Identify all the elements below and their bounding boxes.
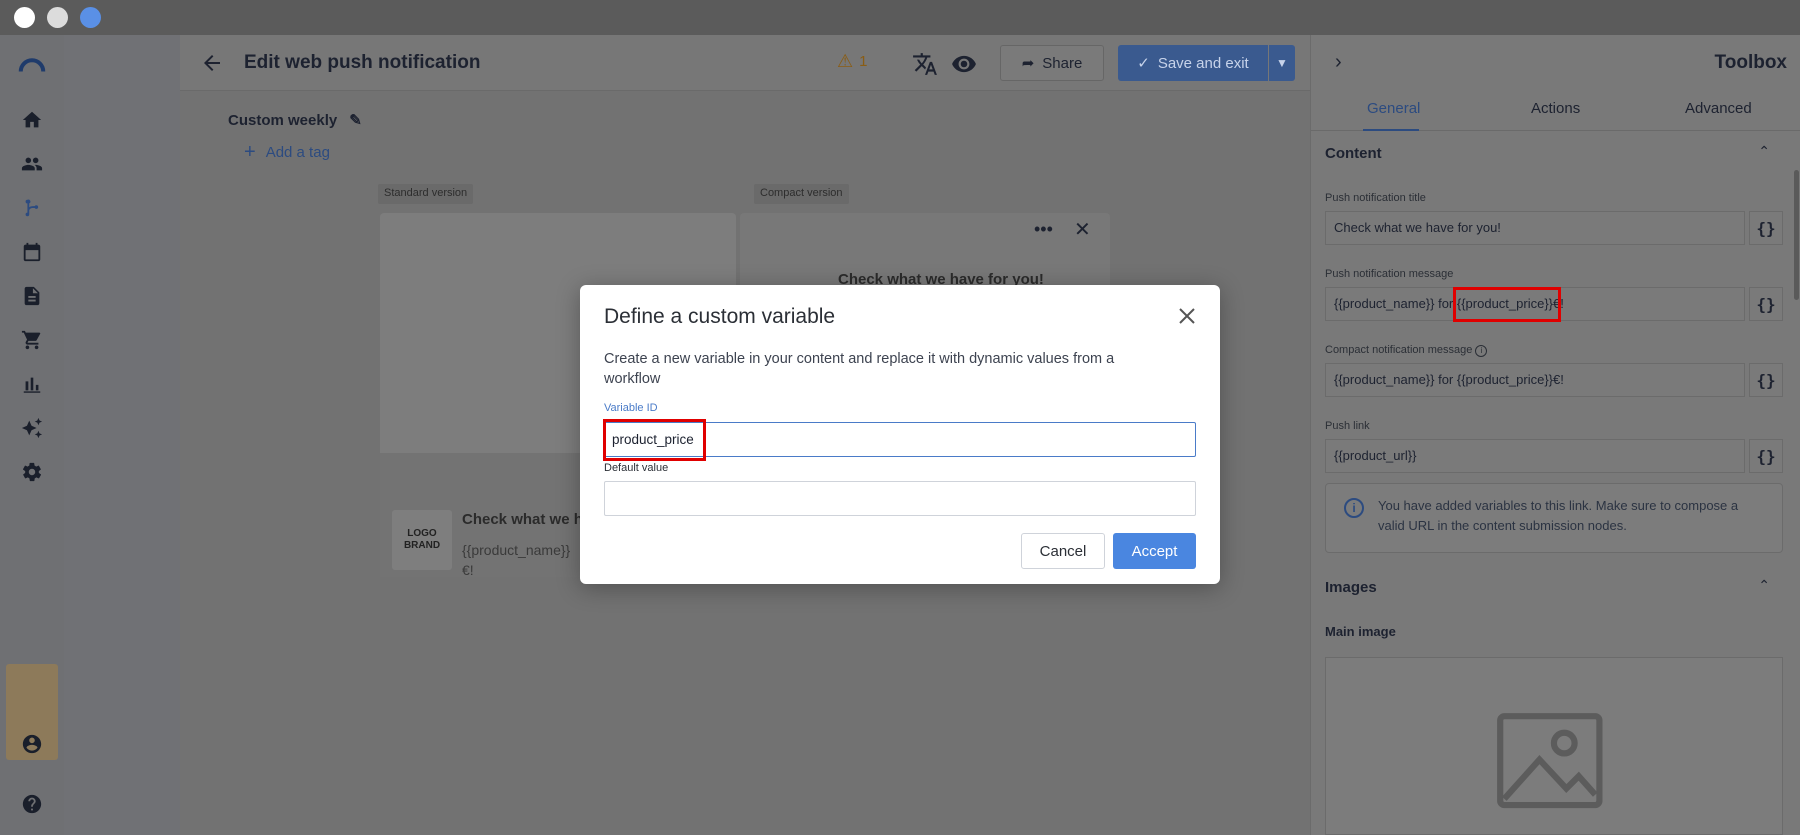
window-titlebar bbox=[0, 0, 1800, 35]
compact-message-label-text: Compact notification message bbox=[1325, 344, 1473, 356]
document-icon[interactable] bbox=[17, 281, 47, 311]
push-link-variable-button[interactable]: {} bbox=[1749, 439, 1783, 473]
tab-actions[interactable]: Actions bbox=[1531, 100, 1580, 117]
info-text: You have added variables to this link. M… bbox=[1378, 498, 1739, 533]
help-icon[interactable] bbox=[17, 789, 47, 819]
chevron-right-icon[interactable]: › bbox=[1335, 51, 1342, 74]
cancel-button[interactable]: Cancel bbox=[1021, 533, 1105, 569]
window-close-dot[interactable] bbox=[14, 7, 35, 28]
save-label: Save and exit bbox=[1157, 54, 1249, 72]
content-section-heading[interactable]: Content bbox=[1325, 145, 1382, 162]
save-options-chevron-icon[interactable]: ▼ bbox=[1269, 45, 1295, 81]
preview-body: {{product_name}} €! bbox=[462, 542, 571, 578]
preview-title: Check what we ha bbox=[462, 511, 582, 528]
image-placeholder-icon bbox=[1497, 713, 1603, 809]
push-title-label: Push notification title bbox=[1325, 192, 1426, 204]
add-tag-label: Add a tag bbox=[265, 144, 330, 161]
window-minimize-dot[interactable] bbox=[47, 7, 68, 28]
add-tag-link[interactable]: + Add a tag bbox=[244, 141, 330, 164]
main-image-label: Main image bbox=[1325, 624, 1396, 639]
window-maximize-dot[interactable] bbox=[80, 7, 101, 28]
variable-id-label: Variable ID bbox=[604, 402, 658, 414]
share-icon: ➦ bbox=[1021, 55, 1035, 72]
push-message-variable-button[interactable]: {} bbox=[1749, 287, 1783, 321]
default-value-label: Default value bbox=[604, 462, 669, 474]
preview-eye-icon[interactable] bbox=[951, 51, 977, 77]
active-tab-indicator bbox=[1363, 129, 1419, 131]
tab-general[interactable]: General bbox=[1367, 100, 1420, 117]
page-title: Edit web push notification bbox=[244, 52, 481, 73]
accept-button[interactable]: Accept bbox=[1113, 533, 1196, 569]
campaign-name-text: Custom weekly bbox=[228, 111, 338, 129]
toolbox-tabs: General Actions Advanced bbox=[1311, 91, 1800, 131]
images-section-heading[interactable]: Images bbox=[1325, 579, 1377, 596]
more-options-icon[interactable]: ••• bbox=[1034, 219, 1053, 240]
compact-message-field[interactable]: {{product_name}} for {{product_price}}€! bbox=[1325, 363, 1745, 397]
push-link-field[interactable]: {{product_url}} bbox=[1325, 439, 1745, 473]
toolbox-title: Toolbox bbox=[1714, 52, 1787, 73]
info-icon[interactable]: i bbox=[1475, 345, 1488, 357]
default-value-input[interactable] bbox=[604, 481, 1196, 516]
logo-icon[interactable] bbox=[17, 49, 47, 79]
secondary-column bbox=[64, 35, 180, 835]
push-title-variable-button[interactable]: {} bbox=[1749, 211, 1783, 245]
chevron-up-icon[interactable]: ⌃ bbox=[1758, 143, 1770, 160]
home-icon[interactable] bbox=[17, 105, 47, 135]
analytics-icon[interactable] bbox=[17, 369, 47, 399]
dialog-description: Create a new variable in your content an… bbox=[604, 351, 1115, 387]
push-link-label: Push link bbox=[1325, 420, 1370, 432]
account-icon[interactable] bbox=[17, 729, 47, 759]
check-icon: ✓ bbox=[1137, 55, 1150, 72]
sparkle-icon[interactable] bbox=[17, 413, 47, 443]
tab-advanced[interactable]: Advanced bbox=[1685, 100, 1752, 117]
plus-icon: + bbox=[244, 141, 256, 163]
images-chevron-up-icon[interactable]: ⌃ bbox=[1758, 577, 1770, 594]
calendar-icon[interactable] bbox=[17, 237, 47, 267]
share-button[interactable]: ➦ Share bbox=[1000, 45, 1104, 81]
workflow-icon[interactable] bbox=[17, 193, 47, 223]
contacts-icon[interactable] bbox=[17, 149, 47, 179]
brand-logo: LOGO BRAND bbox=[392, 510, 452, 570]
toolbox-header: › Toolbox bbox=[1311, 35, 1800, 91]
compact-message-label: Compact notification message i bbox=[1325, 344, 1488, 357]
share-label: Share bbox=[1042, 54, 1083, 72]
highlight-product-price-token bbox=[1453, 287, 1561, 322]
compact-message-variable-button[interactable]: {} bbox=[1749, 363, 1783, 397]
app-sidebar bbox=[0, 35, 64, 835]
close-icon[interactable] bbox=[1176, 305, 1198, 327]
standard-version-label: Standard version bbox=[378, 184, 474, 204]
dialog-title: Define a custom variable bbox=[604, 305, 836, 328]
campaign-name: Custom weekly ✎ bbox=[228, 111, 362, 130]
info-circle-icon: i bbox=[1344, 498, 1364, 518]
push-title-field[interactable]: Check what we have for you! bbox=[1325, 211, 1745, 245]
toolbox-panel: › Toolbox General Actions Advanced Conte… bbox=[1310, 35, 1800, 835]
edit-pencil-icon[interactable]: ✎ bbox=[349, 111, 362, 129]
close-preview-icon[interactable]: ✕ bbox=[1074, 217, 1091, 242]
toolbox-scrollbar[interactable] bbox=[1794, 170, 1799, 300]
warning-indicator[interactable]: ⚠ 1 bbox=[837, 51, 867, 72]
cart-icon[interactable] bbox=[17, 325, 47, 355]
settings-icon[interactable] bbox=[17, 457, 47, 487]
highlight-variable-id bbox=[603, 419, 706, 461]
compact-version-label: Compact version bbox=[754, 184, 849, 204]
warning-count: 1 bbox=[859, 53, 868, 70]
push-message-label: Push notification message bbox=[1325, 268, 1454, 280]
back-arrow-icon[interactable] bbox=[200, 51, 224, 75]
editor-header: Edit web push notification ⚠ 1 ➦ Share ✓… bbox=[180, 35, 1310, 91]
save-and-exit-button[interactable]: ✓ Save and exit bbox=[1118, 45, 1268, 81]
warning-icon: ⚠ bbox=[837, 51, 854, 71]
translate-icon[interactable] bbox=[912, 51, 938, 77]
link-info-message: i You have added variables to this link.… bbox=[1325, 483, 1783, 553]
main-image-dropzone[interactable] bbox=[1325, 657, 1783, 835]
